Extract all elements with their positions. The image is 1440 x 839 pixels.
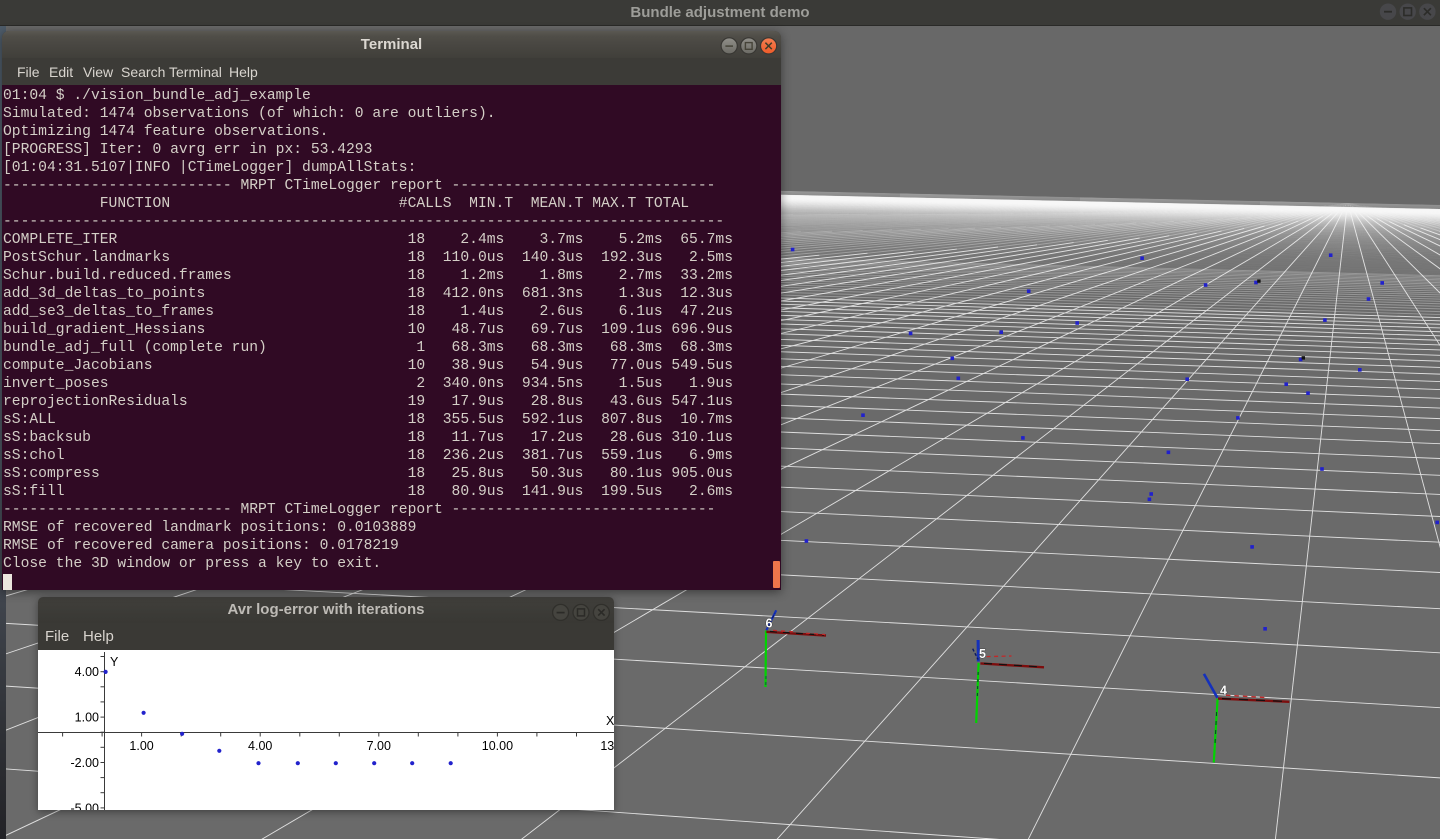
svg-text:-2.00: -2.00 xyxy=(71,756,100,770)
svg-text:7.00: 7.00 xyxy=(367,739,391,753)
svg-text:10.00: 10.00 xyxy=(482,739,513,753)
svg-text:4.00: 4.00 xyxy=(248,739,272,753)
svg-text:1.00: 1.00 xyxy=(129,739,153,753)
svg-text:13.00: 13.00 xyxy=(600,739,614,753)
svg-text:-5.00: -5.00 xyxy=(71,801,100,810)
svg-text:Y: Y xyxy=(110,655,119,669)
svg-text:X: X xyxy=(606,714,614,728)
svg-text:1.00: 1.00 xyxy=(75,711,99,725)
svg-text:4.00: 4.00 xyxy=(75,665,99,679)
svg-text:6: 6 xyxy=(766,617,773,631)
svg-text:4: 4 xyxy=(1220,684,1227,698)
svg-text:5: 5 xyxy=(979,647,986,661)
